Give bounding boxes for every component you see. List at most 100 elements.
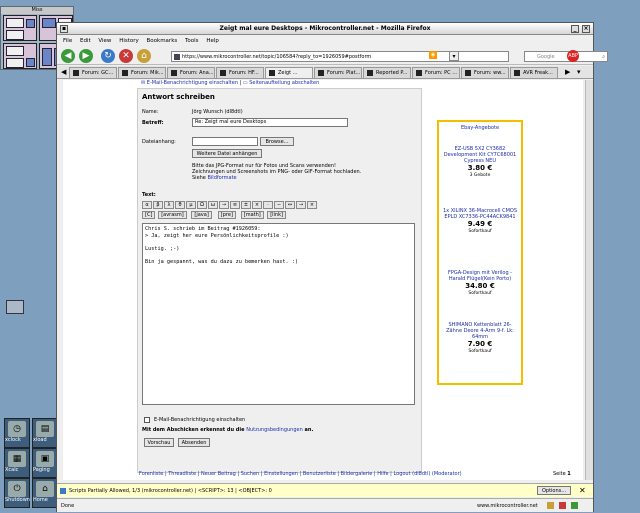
ebay-item[interactable]: SHIMANO Kettenblatt 26-Zähne Deore 4-Arm… [441, 322, 519, 355]
dock-home[interactable]: ⌂ Home [32, 478, 58, 508]
addon-icon[interactable] [559, 502, 566, 509]
format-note: Bitte das JPG-Format nur für Fotos und S… [192, 163, 362, 181]
ebay-title[interactable]: Ebay-Angebote [439, 125, 521, 131]
lock-icon[interactable] [547, 502, 554, 509]
tab-favicon-icon [465, 70, 471, 76]
menu-view[interactable]: View [98, 38, 111, 44]
menu-help[interactable]: Help [206, 38, 219, 44]
submit-button[interactable]: Absenden [178, 438, 210, 447]
symbol-button[interactable]: · [263, 201, 273, 209]
status-icon[interactable] [571, 502, 578, 509]
back-icon[interactable]: ◀ [61, 49, 75, 63]
form-heading: Antwort schreiben [142, 93, 215, 101]
symbol-button[interactable]: θ [175, 201, 185, 209]
tabs-scroll-right-icon[interactable]: ▶ [565, 68, 570, 76]
ebay-item[interactable]: 1x XILINX 36-Macrocell CMOS EPLD XC7336-… [441, 208, 519, 235]
tabs-scroll-left-icon[interactable]: ◀ [61, 68, 66, 76]
home-page-icon[interactable]: ⌂ [137, 49, 151, 63]
symbol-button[interactable]: → [296, 201, 306, 209]
menu-history[interactable]: History [119, 38, 139, 44]
tab-6[interactable]: Forum: Plat... [314, 67, 362, 78]
symbol-button[interactable]: → [219, 201, 229, 209]
tab-5-active[interactable]: Zeigt ... [265, 67, 313, 78]
tag-button[interactable]: [link] [267, 211, 286, 219]
symbol-button[interactable]: ± [241, 201, 251, 209]
email-notify-label: E-Mail-Benachrichtigung einschalten [154, 417, 246, 423]
symbol-button[interactable]: λ [164, 201, 174, 209]
tab-4[interactable]: Forum: HF... [216, 67, 264, 78]
tag-button[interactable]: [math] [240, 211, 264, 219]
terms-link[interactable]: Nutzungsbedingungen [246, 427, 303, 433]
symbol-button[interactable]: μ [186, 201, 196, 209]
menu-tools[interactable]: Tools [185, 38, 199, 44]
symbol-button[interactable]: × [252, 201, 262, 209]
tab-favicon-icon [269, 70, 275, 76]
menubar: File Edit View History Bookmarks Tools H… [57, 36, 593, 46]
tab-8[interactable]: Forum: PC ... [412, 67, 460, 78]
menu-file[interactable]: File [63, 38, 72, 44]
dock-xcalc[interactable]: ▦ Xcalc [4, 448, 30, 478]
tabs-list-icon[interactable]: ▾ [577, 68, 581, 76]
reload-icon[interactable]: ↻ [101, 49, 115, 63]
tag-button[interactable]: [avrasm] [158, 211, 187, 219]
tag-button[interactable]: [java] [191, 211, 212, 219]
dock-xclock[interactable]: ◷ xclock [4, 418, 30, 448]
rss-icon[interactable]: ◉ [429, 51, 437, 59]
pager-desk-3[interactable] [3, 43, 37, 69]
tab-10[interactable]: AVR Freak... [510, 67, 558, 78]
minimize-icon[interactable]: _ [571, 25, 579, 33]
tab-3[interactable]: Forum: Ana... [167, 67, 215, 78]
symbol-button[interactable]: ω [208, 201, 218, 209]
text-label: Text: [142, 192, 156, 198]
ebay-item[interactable]: EZ-USB 5X2 CY3682 Development Kit CY7C68… [441, 146, 519, 179]
stop-icon[interactable]: ✕ [119, 49, 133, 63]
tab-9[interactable]: Forum: ww... [461, 67, 509, 78]
dock-shutdown[interactable]: ⏻ Shutdown [4, 478, 30, 508]
tag-button[interactable]: [C] [142, 211, 156, 219]
tab-7[interactable]: Reported P... [363, 67, 411, 78]
subject-input[interactable]: Re: Zeigt mal eure Desktops [192, 118, 348, 127]
dock-paging[interactable]: ▣ Paging [32, 448, 58, 478]
symbol-button[interactable]: β [153, 201, 163, 209]
symbol-button[interactable]: × [307, 201, 317, 209]
vertical-scrollbar[interactable] [585, 80, 593, 480]
ebay-item[interactable]: FPGA-Design mit Verilog - Harald Flügel(… [441, 270, 519, 297]
tab-1[interactable]: Forum: GC... [69, 67, 117, 78]
tab-favicon-icon [367, 70, 373, 76]
window-titlebar[interactable]: ▪ Zeigt mal eure Desktops - Mikrocontrol… [57, 23, 593, 35]
pager-desk-1[interactable] [3, 15, 37, 41]
close-notification-icon[interactable]: ✕ [579, 484, 586, 498]
tag-button[interactable]: [pre] [217, 211, 236, 219]
browse-button[interactable]: Browse... [260, 137, 294, 146]
dock-xload[interactable]: ▤ xload [32, 418, 58, 448]
symbol-button[interactable]: α [142, 201, 152, 209]
page-split-link[interactable]: Seitenaufteilung abschalten [249, 80, 319, 86]
symbol-button[interactable]: ≡ [230, 201, 240, 209]
status-bar: Done www.mikrocontroller.net [57, 498, 593, 512]
symbol-button[interactable]: Ω [197, 201, 207, 209]
email-notify-checkbox[interactable] [144, 417, 150, 423]
close-icon[interactable]: × [582, 25, 590, 33]
search-icon[interactable]: ⌕ [602, 52, 605, 62]
menu-bookmarks[interactable]: Bookmarks [147, 38, 178, 44]
menu-edit[interactable]: Edit [80, 38, 91, 44]
url-dropdown-icon[interactable]: ▾ [449, 51, 459, 61]
footer-nav-links[interactable]: Forenliste | Threadliste | Neuer Beitrag… [139, 471, 462, 477]
file-input[interactable] [192, 137, 258, 146]
message-textarea[interactable]: Chris S. schrieb im Beitrag #1926059: > … [142, 223, 415, 405]
noscript-icon[interactable] [60, 488, 66, 494]
image-format-link[interactable]: Bildformate [207, 175, 236, 181]
desktop-app-icon[interactable] [6, 300, 24, 314]
window-menu-icon[interactable]: ▪ [60, 25, 68, 33]
preview-button[interactable]: Vorschau [144, 438, 174, 447]
status-host: www.mikrocontroller.net [477, 503, 538, 509]
tab-2[interactable]: Forum: Mik... [118, 67, 166, 78]
search-input[interactable]: Google ⌕ [524, 51, 608, 62]
email-notify-link[interactable]: E-Mail-Benachrichtigung einschalten [147, 80, 238, 86]
forward-icon[interactable]: ▶ [79, 49, 93, 63]
options-button[interactable]: Options... [537, 486, 571, 495]
symbol-button[interactable]: − [274, 201, 284, 209]
adblock-icon[interactable]: ABP [567, 50, 579, 62]
symbol-button[interactable]: ↔ [285, 201, 295, 209]
add-file-button[interactable]: Weitere Datei anhängen [192, 149, 262, 158]
